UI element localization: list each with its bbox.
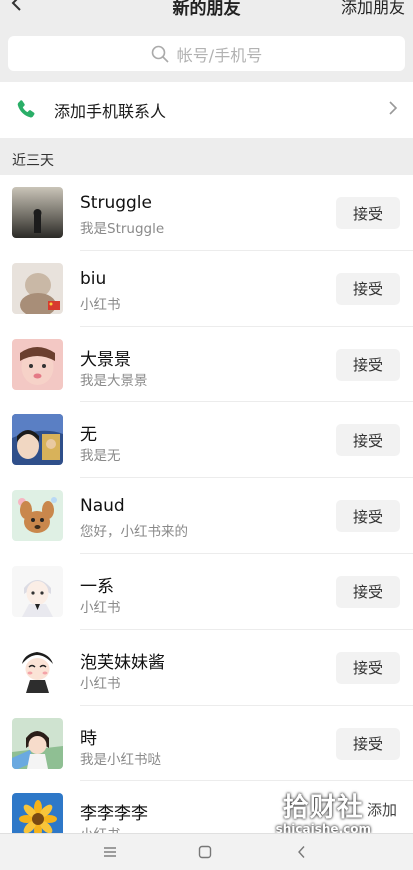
section-label-recent: 近三天: [12, 153, 54, 169]
request-message: 您好，小红书来的: [80, 524, 188, 541]
avatar[interactable]: [12, 414, 63, 466]
avatar[interactable]: [12, 641, 63, 693]
back-nav-icon[interactable]: [295, 845, 309, 859]
add-phone-contacts-label: 添加手机联系人: [54, 102, 167, 121]
add-friend-button[interactable]: 添加朋友: [341, 0, 405, 18]
watermark-text: 拾财社: [282, 793, 364, 823]
search-input[interactable]: 帐号/手机号: [8, 36, 405, 71]
friend-request-item[interactable]: Struggle 我是Struggle 接受: [0, 175, 413, 251]
request-message: 小红书: [80, 675, 121, 692]
request-name: biu: [80, 268, 107, 289]
search-icon: [151, 45, 169, 63]
watermark-logo: 拾财社 shicaishe.com: [276, 787, 371, 836]
request-message: 我是Struggle: [80, 221, 165, 237]
friend-request-list: Struggle 我是Struggle 接受 biu 小红书 接受 大景景 我是…: [0, 175, 413, 833]
request-message: 我是无: [80, 448, 121, 465]
request-name: 泡芙妹妹酱: [80, 652, 165, 673]
system-navigation-bar: [0, 833, 413, 870]
menu-icon[interactable]: [103, 845, 117, 859]
request-message: 我是小红书哒: [80, 751, 161, 768]
search-placeholder: 帐号/手机号: [176, 45, 263, 65]
accept-button[interactable]: 接受: [336, 651, 400, 684]
add-phone-contacts-row[interactable]: 添加手机联系人: [0, 82, 413, 138]
avatar[interactable]: [12, 262, 63, 314]
request-message: 小红书: [80, 296, 121, 313]
friend-request-item[interactable]: biu 小红书 接受: [0, 251, 413, 327]
friend-request-item[interactable]: 大景景 我是大景景 接受: [0, 327, 413, 403]
friend-request-item[interactable]: 一系 小红书 接受: [0, 554, 413, 630]
avatar[interactable]: [12, 490, 63, 542]
request-message: 小红书: [80, 599, 121, 616]
friend-request-item[interactable]: 泡芙妹妹酱 小红书 接受: [0, 630, 413, 706]
request-name: Struggle: [80, 193, 152, 213]
phone-icon: [17, 100, 35, 118]
request-message: 小红书: [80, 823, 121, 833]
accept-button[interactable]: 接受: [336, 500, 400, 533]
friend-request-item[interactable]: 時 我是小红书哒 接受: [0, 706, 413, 782]
add-button[interactable]: 添加: [367, 799, 397, 820]
accept-button[interactable]: 接受: [336, 348, 400, 381]
accept-button[interactable]: 接受: [336, 272, 400, 305]
chevron-right-icon: [389, 101, 398, 115]
request-name: 時: [80, 728, 97, 749]
accept-button[interactable]: 接受: [336, 727, 400, 760]
request-message: 我是大景景: [80, 372, 148, 389]
avatar[interactable]: [12, 793, 63, 833]
avatar[interactable]: [12, 187, 63, 238]
home-icon[interactable]: [198, 845, 212, 859]
request-name: Naud: [80, 496, 125, 517]
request-name: 大景景: [80, 349, 131, 370]
friend-request-item[interactable]: Naud 您好，小红书来的 接受: [0, 478, 413, 554]
request-name: 一系: [80, 576, 114, 597]
accept-button[interactable]: 接受: [336, 197, 400, 229]
accept-button[interactable]: 接受: [336, 424, 400, 457]
friend-request-item[interactable]: 无 我是无 接受: [0, 402, 413, 479]
request-name: 李李李李: [80, 804, 148, 825]
avatar[interactable]: [12, 717, 63, 769]
accept-button[interactable]: 接受: [336, 575, 400, 608]
avatar[interactable]: [12, 565, 63, 617]
header-bar: 新的朋友 添加朋友: [0, 0, 413, 28]
request-name: 无: [80, 425, 97, 446]
avatar[interactable]: [12, 338, 63, 390]
